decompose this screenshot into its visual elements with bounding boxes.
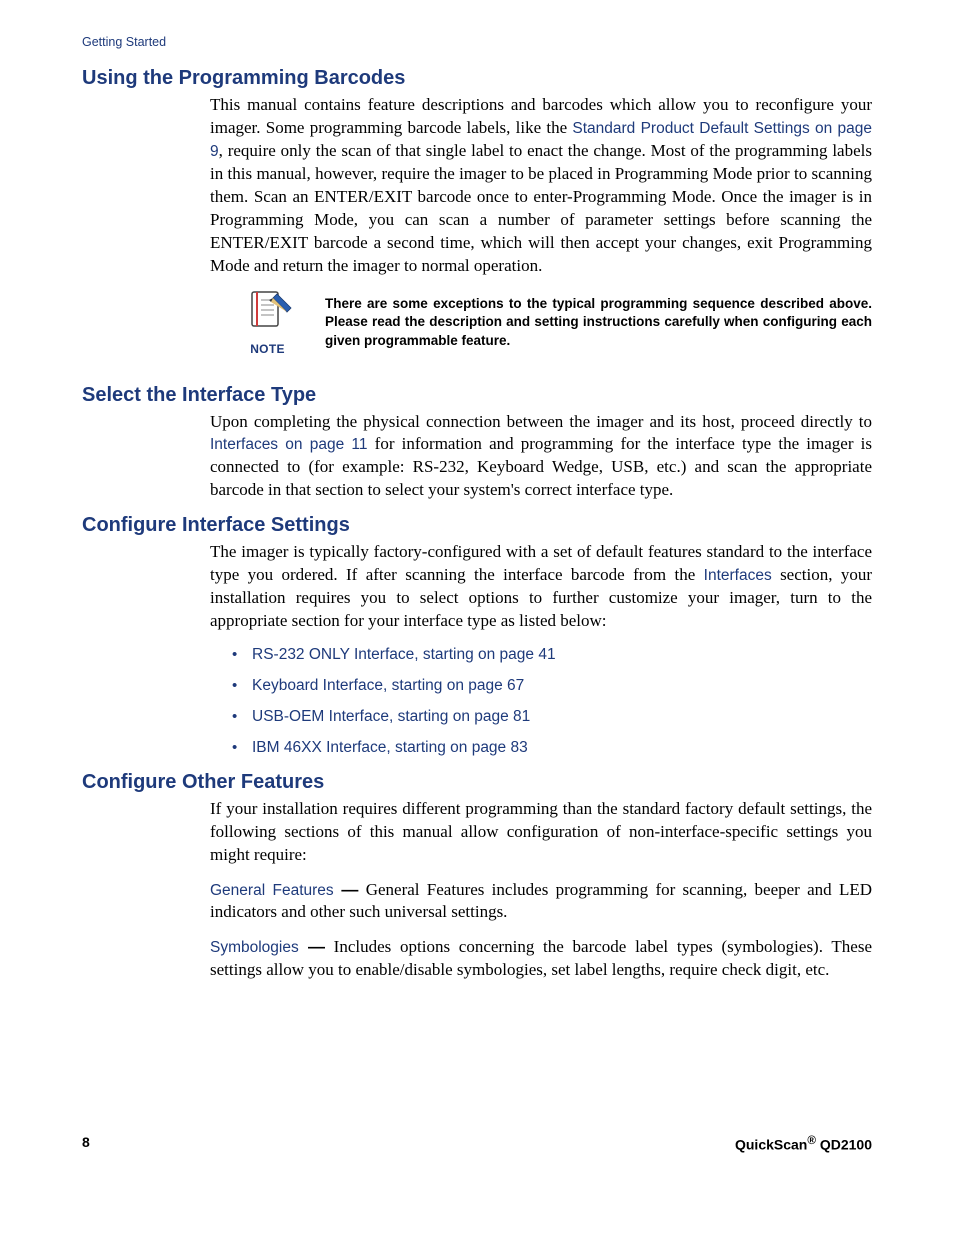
list-item: IBM 46XX Interface, starting on page 83 <box>252 738 872 759</box>
para: This manual contains feature description… <box>210 94 872 278</box>
para: Upon completing the physical connection … <box>210 411 872 503</box>
link-general-features[interactable]: General Features <box>210 882 334 899</box>
note-label: NOTE <box>210 342 325 356</box>
heading-using-programming-barcodes: Using the Programming Barcodes <box>82 67 872 90</box>
list-item: USB-OEM Interface, starting on page 81 <box>252 707 872 728</box>
heading-configure-interface-settings: Configure Interface Settings <box>82 514 872 537</box>
product-name: QuickScan® QD2100 <box>735 1134 872 1153</box>
link-symbologies[interactable]: Symbologies <box>210 939 299 956</box>
list-item: RS-232 ONLY Interface, starting on page … <box>252 645 872 666</box>
note-text: There are some exceptions to the typical… <box>325 295 872 350</box>
para: Symbologies — Includes options concernin… <box>210 936 872 982</box>
body-other: If your installation requires different … <box>210 798 872 983</box>
text: , require only the scan of that single l… <box>210 141 872 275</box>
text: Upon completing the physical connection … <box>210 412 872 431</box>
page-number: 8 <box>82 1134 90 1153</box>
link-rs232-interface[interactable]: RS-232 ONLY Interface, starting on page … <box>252 646 556 663</box>
note-icon <box>243 290 293 340</box>
note-callout: NOTE There are some exceptions to the ty… <box>210 290 872 356</box>
body-configure: The imager is typically factory-configur… <box>210 541 872 758</box>
dash: — <box>334 880 359 899</box>
link-ibm-46xx-interface[interactable]: IBM 46XX Interface, starting on page 83 <box>252 739 528 756</box>
interface-link-list: RS-232 ONLY Interface, starting on page … <box>210 645 872 759</box>
footer: 8 QuickScan® QD2100 <box>82 1134 872 1153</box>
product-name-b: QD2100 <box>816 1137 872 1153</box>
body-select: Upon completing the physical connection … <box>210 411 872 503</box>
dash: — <box>299 937 325 956</box>
note-icon-column: NOTE <box>210 290 325 356</box>
running-head: Getting Started <box>82 35 872 49</box>
para: General Features — General Features incl… <box>210 879 872 925</box>
list-item: Keyboard Interface, starting on page 67 <box>252 676 872 697</box>
page: Getting Started Using the Programming Ba… <box>0 0 954 1235</box>
link-keyboard-interface[interactable]: Keyboard Interface, starting on page 67 <box>252 677 524 694</box>
para: If your installation requires different … <box>210 798 872 867</box>
para: The imager is typically factory-configur… <box>210 541 872 633</box>
heading-select-interface-type: Select the Interface Type <box>82 384 872 407</box>
heading-configure-other-features: Configure Other Features <box>82 771 872 794</box>
link-interfaces-page-11[interactable]: Interfaces on page 11 <box>210 436 368 453</box>
product-name-a: QuickScan <box>735 1137 807 1153</box>
body-using: This manual contains feature description… <box>210 94 872 278</box>
link-usb-oem-interface[interactable]: USB-OEM Interface, starting on page 81 <box>252 708 530 725</box>
link-interfaces[interactable]: Interfaces <box>704 567 772 584</box>
registered-mark: ® <box>807 1134 816 1147</box>
